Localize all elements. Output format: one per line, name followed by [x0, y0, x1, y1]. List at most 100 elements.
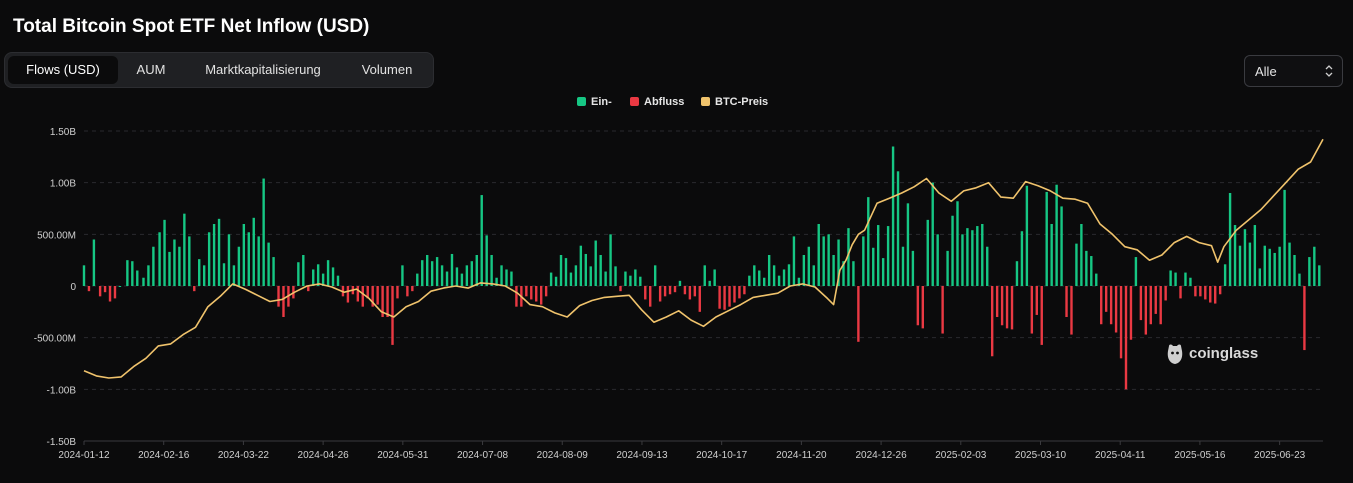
inflow-bar[interactable] [639, 276, 642, 286]
inflow-bar[interactable] [981, 224, 984, 286]
inflow-bar[interactable] [817, 224, 820, 286]
inflow-bar[interactable] [262, 178, 265, 286]
inflow-bar[interactable] [1223, 264, 1227, 286]
outflow-bar[interactable] [386, 286, 389, 317]
inflow-bar[interactable] [891, 146, 895, 287]
inflow-bar[interactable] [569, 272, 573, 286]
inflow-bar[interactable] [326, 260, 330, 286]
outflow-bar[interactable] [87, 286, 91, 292]
inflow-bar[interactable] [1055, 184, 1058, 286]
inflow-bar[interactable] [460, 273, 464, 286]
inflow-bar[interactable] [1258, 268, 1262, 286]
inflow-bar[interactable] [267, 242, 270, 286]
inflow-bar[interactable] [302, 255, 305, 286]
outflow-bar[interactable] [515, 286, 518, 307]
inflow-bar[interactable] [966, 228, 969, 286]
inflow-bar[interactable] [1045, 191, 1048, 286]
outflow-bar[interactable] [658, 286, 662, 302]
inflow-bar[interactable] [490, 255, 493, 286]
inflow-bar[interactable] [971, 230, 974, 286]
outflow-bar[interactable] [361, 286, 364, 307]
outflow-bar[interactable] [535, 286, 538, 302]
outflow-bar[interactable] [1005, 286, 1009, 329]
inflow-bar[interactable] [168, 251, 171, 286]
inflow-bar[interactable] [475, 255, 478, 286]
inflow-bar[interactable] [82, 265, 86, 286]
inflow-bar[interactable] [1189, 277, 1192, 286]
inflow-bar[interactable] [986, 246, 989, 286]
inflow-bar[interactable] [584, 253, 587, 286]
inflow-bar[interactable] [822, 236, 825, 286]
inflow-bar[interactable] [827, 234, 830, 286]
outflow-bar[interactable] [544, 286, 548, 297]
inflow-bar[interactable] [188, 236, 191, 286]
inflow-bar[interactable] [881, 258, 885, 286]
outflow-bar[interactable] [688, 286, 692, 300]
outflow-bar[interactable] [1199, 286, 1202, 297]
inflow-bar[interactable] [147, 265, 150, 286]
inflow-bar[interactable] [237, 246, 241, 286]
outflow-bar[interactable] [1154, 286, 1157, 314]
inflow-bar[interactable] [564, 258, 568, 286]
outflow-bar[interactable] [113, 286, 117, 299]
outflow-bar[interactable] [1000, 286, 1004, 326]
inflow-bar[interactable] [435, 257, 439, 286]
inflow-bar[interactable] [1288, 242, 1291, 286]
outflow-bar[interactable] [1124, 286, 1128, 390]
inflow-bar[interactable] [1134, 257, 1138, 286]
inflow-bar[interactable] [222, 263, 226, 286]
outflow-bar[interactable] [411, 286, 414, 292]
outflow-bar[interactable] [733, 286, 736, 303]
outflow-bar[interactable] [1149, 286, 1152, 325]
outflow-bar[interactable] [683, 286, 687, 295]
inflow-bar[interactable] [594, 240, 597, 286]
outflow-bar[interactable] [728, 286, 731, 307]
outflow-bar[interactable] [376, 286, 379, 305]
inflow-bar[interactable] [624, 271, 627, 286]
inflow-bar[interactable] [852, 261, 855, 286]
inflow-bar[interactable] [678, 280, 682, 286]
inflow-bar[interactable] [758, 270, 761, 287]
inflow-bar[interactable] [931, 182, 934, 286]
inflow-bar[interactable] [440, 265, 444, 286]
inflow-bar[interactable] [450, 253, 454, 286]
outflow-bar[interactable] [619, 286, 622, 292]
outflow-bar[interactable] [1100, 286, 1103, 325]
outflow-bar[interactable] [193, 286, 196, 292]
inflow-bar[interactable] [708, 280, 711, 286]
outflow-bar[interactable] [1209, 286, 1212, 303]
inflow-bar[interactable] [862, 236, 865, 286]
outflow-bar[interactable] [857, 286, 860, 342]
outflow-bar[interactable] [698, 286, 701, 312]
outflow-bar[interactable] [1010, 286, 1014, 330]
inflow-bar[interactable] [445, 271, 449, 286]
outflow-bar[interactable] [406, 286, 409, 297]
outflow-bar[interactable] [1164, 286, 1167, 301]
inflow-bar[interactable] [896, 171, 900, 286]
inflow-bar[interactable] [951, 215, 954, 286]
inflow-bar[interactable] [604, 271, 607, 286]
inflow-bar[interactable] [1080, 224, 1083, 286]
inflow-bar[interactable] [787, 264, 791, 286]
inflow-bar[interactable] [653, 265, 657, 286]
inflow-bar[interactable] [242, 224, 246, 286]
inflow-bar[interactable] [906, 203, 910, 286]
inflow-bar[interactable] [430, 261, 434, 286]
inflow-bar[interactable] [505, 269, 508, 286]
inflow-bar[interactable] [198, 259, 201, 286]
inflow-bar[interactable] [465, 265, 469, 286]
outflow-bar[interactable] [1303, 286, 1306, 351]
inflow-bar[interactable] [247, 232, 250, 286]
inflow-bar[interactable] [629, 275, 632, 286]
inflow-bar[interactable] [480, 195, 483, 286]
outflow-bar[interactable] [644, 286, 647, 300]
inflow-bar[interactable] [257, 236, 260, 286]
inflow-bar[interactable] [763, 277, 766, 286]
inflow-bar[interactable] [1169, 270, 1172, 287]
inflow-bar[interactable] [936, 234, 939, 286]
outflow-bar[interactable] [103, 286, 107, 293]
inflow-bar[interactable] [500, 265, 503, 286]
inflow-bar[interactable] [589, 266, 592, 286]
outflow-bar[interactable] [673, 286, 677, 293]
outflow-bar[interactable] [916, 286, 920, 326]
